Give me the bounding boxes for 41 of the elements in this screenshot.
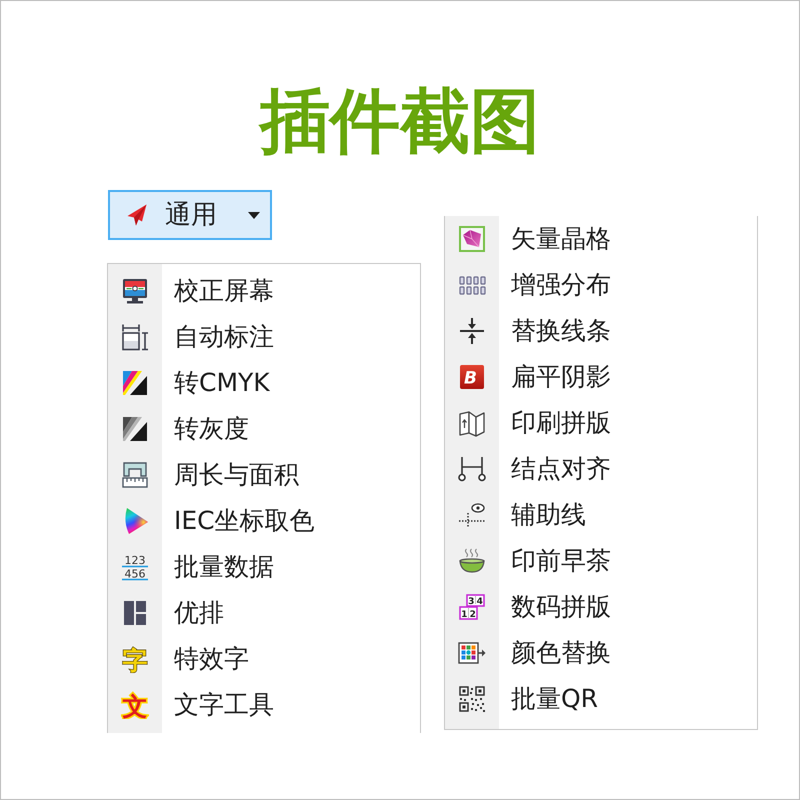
qr-code-icon xyxy=(458,685,486,713)
ruler-frame-icon xyxy=(121,461,149,489)
menu-item[interactable]: 转CMYK xyxy=(108,360,420,406)
arrows-to-line-icon xyxy=(458,317,486,345)
dimension-lines-icon xyxy=(121,323,149,351)
menu-item[interactable]: 转灰度 xyxy=(108,406,420,452)
diagonal-bands-icon xyxy=(121,369,149,397)
menu-item[interactable]: 结点对齐 xyxy=(445,446,757,492)
menu-item[interactable]: 优排 xyxy=(108,590,420,636)
menu-item[interactable]: B 扁平阴影 xyxy=(445,354,757,400)
folded-pages-icon xyxy=(458,409,486,437)
teacup-icon xyxy=(458,547,486,575)
gem-tile-icon xyxy=(458,225,486,253)
menu-item[interactable]: 印刷拼版 xyxy=(445,400,757,446)
menu-item[interactable]: 文 文字工具 xyxy=(108,682,420,728)
letter-tile-icon: B xyxy=(458,363,486,391)
menu-item[interactable]: 批量QR xyxy=(445,676,757,722)
menu-item[interactable]: 周长与面积 xyxy=(108,452,420,498)
menu-item[interactable]: 123 456 批量数据 xyxy=(108,544,420,590)
menu-item[interactable]: 3 4 1 2 数码拼版 xyxy=(445,584,757,630)
menu-item[interactable]: 辅助线 xyxy=(445,492,757,538)
menu-item[interactable]: 自动标注 xyxy=(108,314,420,360)
monitor-icon xyxy=(121,277,149,305)
character-icon: 字 xyxy=(121,645,149,673)
layout-blocks-icon xyxy=(121,599,149,627)
character-icon: 文 xyxy=(121,691,149,719)
menu-item[interactable]: 校正屏幕 xyxy=(108,268,420,314)
node-line-icon xyxy=(458,455,486,483)
menu-item[interactable]: 字 特效字 xyxy=(108,636,420,682)
guide-eye-icon xyxy=(458,501,486,529)
diagonal-bands-icon xyxy=(121,415,149,443)
page-title: 插件截图 xyxy=(260,86,540,156)
menu-item[interactable]: 印前早茶 xyxy=(445,538,757,584)
menu-item[interactable]: 增强分布 xyxy=(445,262,757,308)
caret-icon xyxy=(248,212,260,218)
menu-item[interactable]: IEC坐标取色 xyxy=(108,498,420,544)
menu-item[interactable]: 颜色替换 xyxy=(445,630,757,676)
dropdown-button[interactable]: 通用 xyxy=(108,190,272,240)
menu-item[interactable]: 替换线条 xyxy=(445,308,757,354)
paper-plane-icon xyxy=(127,204,147,226)
menu-item[interactable]: 矢量晶格 xyxy=(445,216,757,262)
